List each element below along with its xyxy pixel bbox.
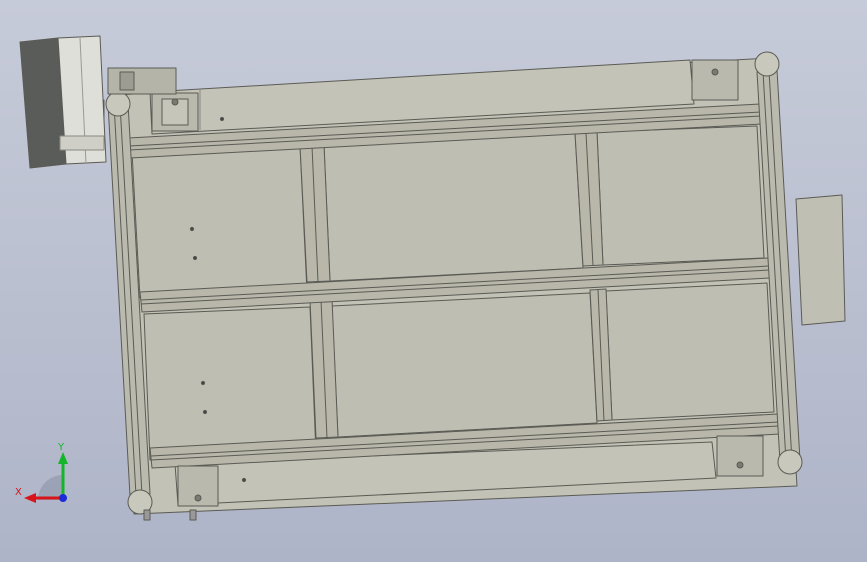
coupling-block (107, 67, 177, 95)
roller-bottom-right (777, 449, 803, 475)
side-drive-box (795, 194, 846, 326)
axis-triad: X Y (15, 442, 68, 503)
roller-top-left (105, 91, 131, 117)
triad-y-label: Y (57, 442, 65, 453)
panel-3 (596, 125, 765, 266)
triad-x-label: X (15, 487, 22, 498)
triad-z-axis (59, 494, 67, 502)
panel-6 (605, 282, 775, 421)
roller-top-right (754, 51, 780, 77)
bracket-top-right (691, 59, 739, 101)
panel-5 (331, 292, 598, 438)
panel-2 (323, 132, 584, 282)
panel-1 (131, 145, 308, 299)
triad-base-quarter (38, 475, 63, 500)
panel-4 (143, 306, 317, 461)
model-geometry (19, 35, 846, 521)
graphics-viewport[interactable]: X Y (0, 0, 867, 562)
bracket-bottom-right (716, 435, 764, 477)
conveyor-3d-model[interactable] (0, 0, 867, 562)
